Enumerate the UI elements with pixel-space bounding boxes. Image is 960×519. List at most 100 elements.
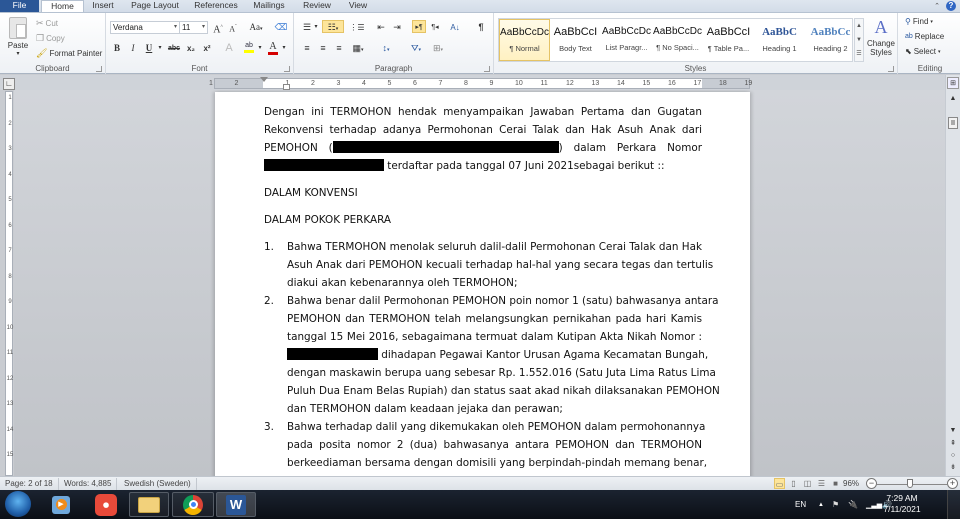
tab-mailings[interactable]: Mailings: [248, 0, 290, 12]
browse-object-icon[interactable]: ○: [947, 450, 959, 462]
scrollbar-thumb[interactable]: [948, 117, 958, 129]
style-heading-2[interactable]: AaBbCc Heading 2: [805, 19, 856, 61]
microsoft-word-icon[interactable]: W: [216, 492, 256, 517]
font-size-select[interactable]: 11 ▾: [179, 21, 208, 34]
windows-explorer-icon[interactable]: [129, 492, 169, 517]
zoom-out-icon[interactable]: −: [866, 478, 877, 489]
cut-button[interactable]: ✂ Cut: [36, 18, 58, 29]
font-name-select[interactable]: Verdana ▾: [110, 21, 180, 34]
bold-button[interactable]: B: [110, 42, 124, 55]
action-center-flag-icon[interactable]: ⚑: [832, 490, 839, 519]
paragraph-launcher-icon[interactable]: [484, 66, 490, 72]
grow-font-button[interactable]: A^: [211, 21, 225, 35]
rtl-direction-button[interactable]: ¶◂: [428, 21, 442, 34]
shading-button[interactable]: ⛛▾: [406, 42, 426, 55]
language-indicator[interactable]: Swedish (Sweden): [119, 478, 197, 490]
view-ruler-toggle-icon[interactable]: ⊞: [947, 77, 959, 89]
highlight-dropdown-icon[interactable]: ▾: [256, 42, 264, 55]
shrink-font-button[interactable]: Aˇ: [226, 21, 240, 34]
print-layout-view-icon[interactable]: ▭: [774, 478, 785, 489]
word-count[interactable]: Words: 4,885: [59, 478, 118, 490]
previous-page-icon[interactable]: ⇞: [947, 438, 959, 450]
media-player-icon[interactable]: ▶: [50, 492, 72, 517]
decrease-indent-button[interactable]: ⇤: [374, 21, 388, 34]
page-count[interactable]: Page: 2 of 18: [0, 478, 59, 490]
style-body-text[interactable]: AaBbCcI Body Text: [550, 19, 601, 61]
show-formatting-button[interactable]: ¶: [474, 21, 488, 34]
find-button[interactable]: ⚲ Find ▾: [905, 17, 933, 26]
zoom-slider-thumb[interactable]: [907, 479, 914, 488]
web-layout-view-icon[interactable]: ◫: [802, 478, 813, 489]
paste-dropdown-icon[interactable]: ▾: [16, 51, 19, 57]
text-effects-icon[interactable]: A: [222, 42, 236, 55]
multilevel-list-button[interactable]: ⋮☰: [348, 21, 366, 34]
document-page[interactable]: Dengan ini TERMOHON hendak menyampaikan …: [215, 92, 750, 476]
increase-indent-button[interactable]: ⇥: [390, 21, 404, 34]
style-no-spacing[interactable]: AaBbCcDc ¶ No Spaci...: [652, 19, 703, 61]
line-spacing-button[interactable]: ↕▾: [376, 42, 396, 55]
gallery-down-icon[interactable]: ▼: [855, 33, 863, 47]
highlight-color-button[interactable]: ab: [242, 42, 256, 55]
bullets-dropdown-icon[interactable]: ▾: [312, 21, 320, 34]
full-screen-reading-view-icon[interactable]: ▯: [788, 478, 799, 489]
numbering-button[interactable]: ☷▾: [322, 20, 344, 33]
screen-recorder-icon[interactable]: ⏺: [94, 492, 118, 517]
tab-references[interactable]: References: [190, 0, 242, 12]
tab-insert[interactable]: Insert: [86, 0, 120, 12]
underline-dropdown-icon[interactable]: ▾: [156, 42, 164, 55]
show-hidden-icons[interactable]: ▲: [818, 490, 824, 519]
underline-button[interactable]: U: [142, 42, 156, 55]
copy-button[interactable]: ❐ Copy: [36, 33, 65, 44]
input-language[interactable]: EN: [795, 490, 806, 519]
zoom-in-icon[interactable]: +: [947, 478, 958, 489]
paste-button[interactable]: Paste ▾: [5, 17, 31, 57]
next-page-icon[interactable]: ⇟: [947, 462, 959, 474]
first-line-indent-marker[interactable]: [260, 77, 268, 82]
vertical-scrollbar[interactable]: ⊞ ▲ ▼ ⇞ ○ ⇟: [945, 75, 960, 476]
outline-view-icon[interactable]: ☰: [816, 478, 827, 489]
tab-stop-selector[interactable]: ∟: [3, 78, 15, 90]
change-case-button[interactable]: Aa▾: [246, 21, 266, 34]
sort-button[interactable]: A↓: [448, 21, 462, 34]
tab-view[interactable]: View: [344, 0, 372, 12]
style-heading-1[interactable]: AaBbC Heading 1: [754, 19, 805, 61]
gallery-up-icon[interactable]: ▲: [855, 19, 863, 33]
styles-gallery-scroll[interactable]: ▲ ▼ ☰: [854, 18, 864, 62]
select-button[interactable]: ⬉ Select ▾: [905, 47, 940, 56]
tab-review[interactable]: Review: [298, 0, 336, 12]
chrome-icon[interactable]: [172, 492, 214, 517]
tab-file[interactable]: File: [0, 0, 39, 12]
font-launcher-icon[interactable]: [284, 66, 290, 72]
power-icon[interactable]: 🔌: [848, 490, 858, 519]
system-clock[interactable]: 7:29 AM 7/11/2021: [870, 493, 934, 515]
align-right-button[interactable]: ≡: [332, 42, 346, 55]
ltr-direction-button[interactable]: ▸¶: [412, 20, 426, 33]
align-left-button[interactable]: ≡: [300, 42, 314, 55]
strikethrough-button[interactable]: abc: [166, 42, 182, 55]
format-painter-button[interactable]: 🖌 Format Painter: [36, 48, 102, 59]
tab-page-layout[interactable]: Page Layout: [125, 0, 185, 12]
align-center-button[interactable]: ≡: [316, 42, 330, 55]
minimize-ribbon-icon[interactable]: ⌃: [934, 2, 940, 10]
change-styles-button[interactable]: A Change Styles: [866, 17, 896, 57]
scroll-down-icon[interactable]: ▼: [947, 425, 959, 437]
style-table-paragraph[interactable]: AaBbCcI ¶ Table Pa...: [703, 19, 754, 61]
zoom-level[interactable]: 96%: [843, 478, 859, 490]
justify-button[interactable]: ▦▾: [348, 42, 368, 55]
styles-launcher-icon[interactable]: [888, 66, 894, 72]
font-color-dropdown-icon[interactable]: ▾: [280, 42, 288, 55]
style-normal[interactable]: AaBbCcDc ¶ Normal: [499, 19, 550, 61]
clipboard-launcher-icon[interactable]: [96, 66, 102, 72]
font-color-button[interactable]: A: [266, 42, 280, 55]
help-icon[interactable]: ?: [946, 1, 956, 11]
gallery-more-icon[interactable]: ☰: [855, 47, 863, 61]
replace-button[interactable]: ab Replace: [905, 32, 944, 41]
scroll-up-icon[interactable]: ▲: [947, 93, 959, 105]
subscript-button[interactable]: x₂: [184, 42, 198, 55]
italic-button[interactable]: I: [126, 42, 140, 55]
borders-button[interactable]: ⊞▾: [428, 42, 448, 55]
vertical-ruler[interactable]: 1 2 3 4 5 6 7 8 9 10 11 12 13 14 15: [5, 91, 13, 476]
horizontal-ruler[interactable]: 1212345678910111213141516171819: [209, 77, 752, 90]
show-desktop-button[interactable]: [947, 490, 960, 519]
draft-view-icon[interactable]: ■: [830, 478, 841, 489]
